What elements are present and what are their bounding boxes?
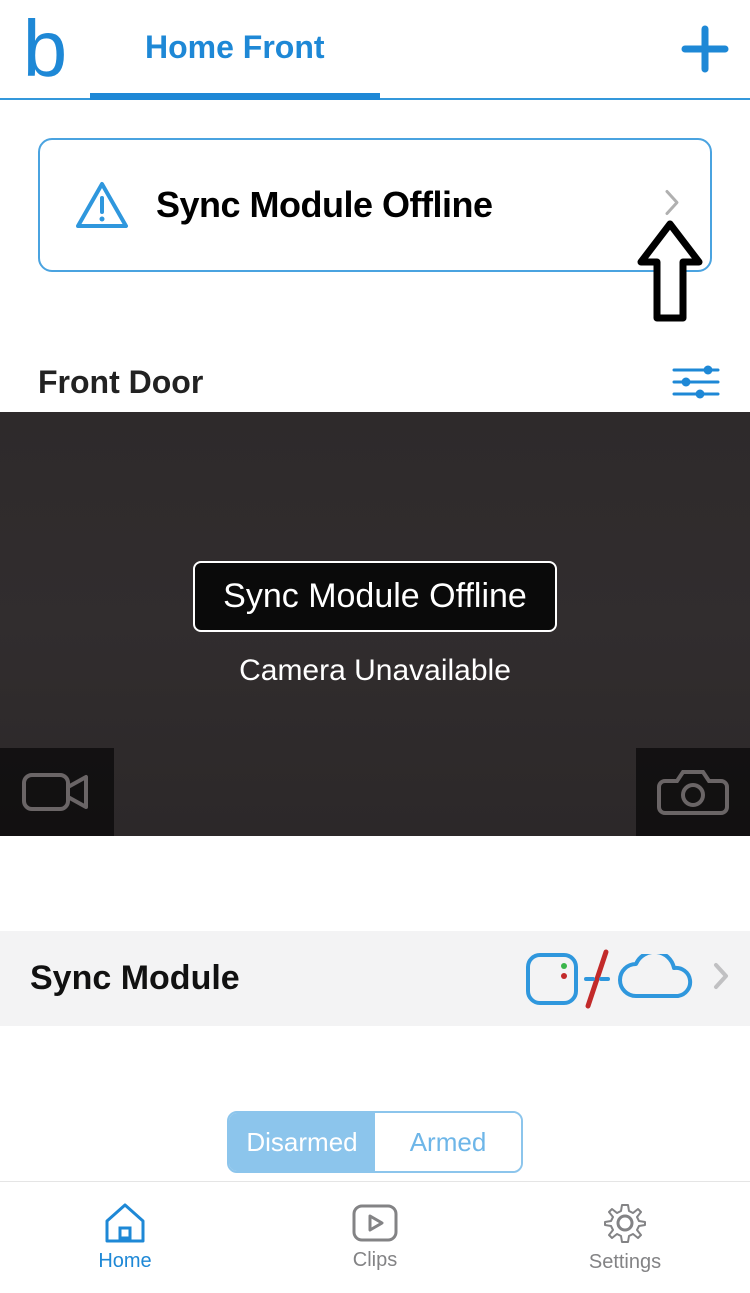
arm-toggle: Disarmed Armed bbox=[0, 1111, 750, 1173]
armed-label: Armed bbox=[410, 1127, 487, 1158]
disarmed-label: Disarmed bbox=[246, 1127, 357, 1158]
disconnected-slash-icon bbox=[584, 948, 610, 1010]
system-tab-label: Home Front bbox=[145, 29, 325, 66]
snapshot-button[interactable] bbox=[636, 748, 750, 836]
cloud-icon bbox=[614, 954, 696, 1004]
sync-module-row[interactable]: Sync Module bbox=[0, 931, 750, 1026]
home-icon bbox=[103, 1202, 147, 1244]
app-logo[interactable]: b bbox=[0, 0, 90, 98]
tab-home-label: Home bbox=[98, 1250, 151, 1273]
armed-option[interactable]: Armed bbox=[375, 1113, 521, 1171]
tab-clips-label: Clips bbox=[353, 1249, 397, 1272]
video-camera-icon bbox=[20, 767, 94, 817]
sliders-icon bbox=[672, 364, 720, 400]
disarmed-option[interactable]: Disarmed bbox=[229, 1113, 375, 1171]
camera-offline-badge-text: Sync Module Offline bbox=[223, 577, 527, 615]
camera-offline-badge: Sync Module Offline bbox=[193, 561, 557, 632]
sync-status-icons bbox=[524, 948, 696, 1010]
tab-settings[interactable]: Settings bbox=[500, 1182, 750, 1293]
tab-home[interactable]: Home bbox=[0, 1182, 250, 1293]
chevron-right-icon bbox=[712, 961, 730, 996]
alert-title: Sync Module Offline bbox=[156, 184, 493, 226]
sync-module-title: Sync Module bbox=[30, 959, 524, 998]
alert-triangle-icon bbox=[74, 177, 130, 233]
annotation-up-arrow-icon bbox=[635, 218, 705, 333]
bottom-tab-bar: Home Clips Settings bbox=[0, 1181, 750, 1293]
add-button[interactable] bbox=[660, 0, 750, 98]
tab-clips[interactable]: Clips bbox=[250, 1182, 500, 1293]
live-view-button[interactable] bbox=[0, 748, 114, 836]
chevron-right-icon bbox=[664, 189, 680, 222]
play-clip-icon bbox=[351, 1203, 399, 1243]
top-header: b Home Front bbox=[0, 0, 750, 100]
sync-module-device-icon bbox=[524, 951, 580, 1007]
camera-unavailable-text: Camera Unavailable bbox=[239, 654, 511, 688]
logo-letter: b bbox=[23, 9, 68, 89]
gear-icon bbox=[603, 1201, 647, 1245]
camera-header: Front Door bbox=[0, 352, 750, 412]
system-tab-active[interactable]: Home Front bbox=[90, 2, 380, 100]
tab-settings-label: Settings bbox=[589, 1251, 661, 1274]
plus-icon bbox=[680, 24, 730, 74]
system-tabs: Home Front bbox=[90, 0, 660, 98]
offline-alert-card[interactable]: Sync Module Offline bbox=[38, 138, 712, 272]
camera-feed[interactable]: Sync Module Offline Camera Unavailable bbox=[0, 412, 750, 836]
camera-icon bbox=[657, 765, 729, 819]
camera-settings-button[interactable] bbox=[672, 358, 720, 406]
camera-name: Front Door bbox=[38, 364, 203, 401]
